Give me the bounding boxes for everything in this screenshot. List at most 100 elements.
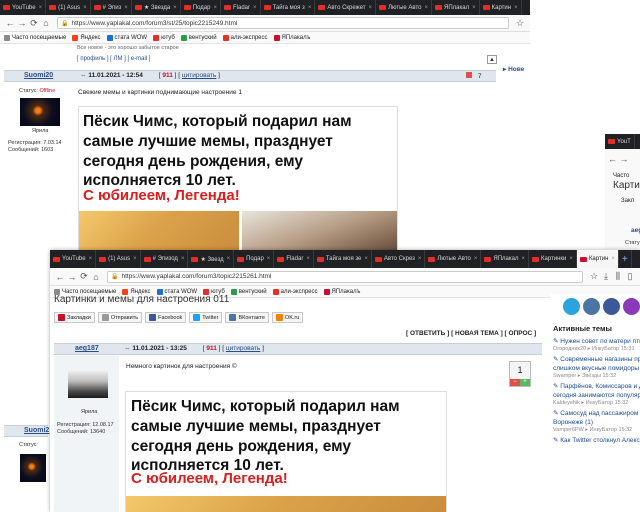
star-icon[interactable]: ☆	[514, 18, 526, 29]
close-tab-icon[interactable]: ×	[472, 5, 476, 11]
close-tab-icon[interactable]: ×	[227, 256, 231, 262]
close-tab-icon[interactable]: ×	[418, 256, 422, 262]
tab-10[interactable]: Картинки ×	[529, 250, 577, 268]
share-button-5[interactable]: OK.ru	[271, 312, 304, 323]
back-lower-avatar[interactable]	[20, 454, 46, 482]
tab-11[interactable]: Картин ×	[576, 250, 619, 268]
home-icon[interactable]: ⌂	[90, 272, 102, 282]
front-actions[interactable]: [ ОТВЕТИТЬ ] [ НОВАЯ ТЕМА ] [ ОПРОС ]	[406, 330, 536, 337]
close-tab-icon[interactable]: ×	[213, 5, 217, 11]
close-tab-icon[interactable]: ×	[83, 5, 87, 11]
topic-title[interactable]: ✎ Самосуд над пассажиром такси в Воронеж…	[553, 410, 640, 427]
close-tab-icon[interactable]: ×	[425, 5, 429, 11]
close-tab-icon[interactable]: ×	[569, 256, 573, 262]
tab-4[interactable]: Подар ×	[181, 0, 221, 15]
reload-icon[interactable]: ⟳	[28, 18, 40, 29]
sidebar-icon[interactable]: ▯	[624, 271, 636, 282]
tab-3[interactable]: ★ Звезда ×	[132, 0, 181, 15]
tab-1[interactable]: (1) Asus ×	[46, 0, 91, 15]
back-post-username[interactable]: Suomi20	[24, 72, 53, 79]
rating-minus-icon[interactable]: −	[510, 379, 520, 386]
topic-title[interactable]: ✎ Парфёнов, Комиссаров и другие: чем сег…	[553, 383, 640, 400]
topic-title[interactable]: ✎ Как Twitter столкнул Алексея	[553, 437, 640, 445]
home-icon[interactable]: ⌂	[40, 18, 52, 28]
close-tab-icon[interactable]: ×	[39, 5, 43, 11]
front-user-avatar[interactable]	[68, 370, 108, 398]
close-tab-icon[interactable]: ×	[306, 256, 310, 262]
bookmark-6[interactable]: ЯПлакалъ	[273, 34, 310, 41]
close-tab-icon[interactable]: ×	[124, 5, 128, 11]
scroll-top-icon[interactable]: ▲	[487, 55, 497, 64]
close-tab-icon[interactable]: ×	[89, 256, 93, 262]
bookmark-4[interactable]: вентуский	[230, 288, 267, 295]
flag-icon[interactable]	[466, 72, 472, 78]
bookmark-4[interactable]: вентуский	[180, 34, 217, 41]
share-button-4[interactable]: ВКонтакте	[225, 312, 269, 323]
back-side-link[interactable]: ▸ Нове	[503, 65, 524, 73]
tab-4[interactable]: Подар ×	[234, 250, 275, 268]
close-tab-icon[interactable]: ×	[133, 256, 137, 262]
star-icon[interactable]: ☆	[588, 271, 600, 282]
share-button-2[interactable]: Facebook	[145, 312, 187, 323]
tab-0[interactable]: YouTube ×	[50, 250, 97, 268]
share-button-3[interactable]: Twitter	[189, 312, 223, 323]
close-tab-icon[interactable]: ×	[364, 256, 368, 262]
back-arrow-icon[interactable]: ←	[4, 18, 16, 28]
close-tab-icon[interactable]: ×	[514, 5, 518, 11]
bookmark-3[interactable]: ютуб	[153, 34, 175, 41]
back-user-avatar[interactable]	[20, 98, 60, 126]
bookmark-5[interactable]: али-экспресс	[222, 34, 268, 41]
share-button-1[interactable]: Отправить	[97, 312, 143, 323]
close-tab-icon[interactable]: ×	[181, 256, 185, 262]
forward-arrow-icon[interactable]: →	[66, 272, 78, 282]
vk-icon[interactable]	[583, 298, 600, 315]
facebook-icon[interactable]	[603, 298, 620, 315]
tab-9[interactable]: ЯПлакал ×	[432, 0, 480, 15]
tab-2[interactable]: # Эпизод ×	[141, 250, 189, 268]
tab-2[interactable]: # Эпиз ×	[91, 0, 132, 15]
download-icon[interactable]: ⤓	[600, 271, 612, 282]
new-tab-icon[interactable]: +	[619, 250, 632, 268]
back-url-field[interactable]: 🔒 https://www.yaplakal.com/forum3/st/25/…	[57, 17, 509, 29]
front-url-field[interactable]: 🔒 https://www.yaplakal.com/forum3/topic2…	[107, 270, 583, 283]
tab-8[interactable]: Лютые Авто ×	[425, 250, 482, 268]
tab-9[interactable]: ЯПлакал ×	[481, 250, 529, 268]
bookmark-1[interactable]: Яндекс	[72, 34, 101, 41]
instagram-icon[interactable]	[623, 298, 640, 315]
tab-5[interactable]: Fladar ×	[221, 0, 261, 15]
profile-links[interactable]: [ профиль ] [ ЛМ ] [ e-mail ]	[77, 56, 150, 62]
tab-7[interactable]: Авто Скрез ×	[372, 250, 426, 268]
front-post-username[interactable]: aeg187	[75, 345, 99, 352]
bookmark-2[interactable]: стата WOW	[106, 34, 147, 41]
forward-arrow-icon[interactable]: →	[16, 18, 28, 28]
back-lower-username[interactable]: Suomi2	[24, 427, 49, 434]
right-tab-youtube[interactable]: YouT	[605, 134, 635, 149]
topic-title[interactable]: ✎ Современные нагазины продают ни слишко…	[553, 356, 640, 373]
reload-icon[interactable]: ⟳	[78, 271, 90, 282]
telegram-icon[interactable]	[563, 298, 580, 315]
close-tab-icon[interactable]: ×	[308, 5, 312, 11]
close-tab-icon[interactable]: ×	[521, 256, 525, 262]
rating-plus-icon[interactable]: +	[520, 379, 530, 386]
tab-3[interactable]: ★ Звезд ×	[188, 250, 235, 268]
tab-1[interactable]: (1) Asus ×	[96, 250, 141, 268]
tab-10[interactable]: Картин ×	[480, 0, 522, 15]
tab-6[interactable]: Тайга моя з ×	[261, 0, 316, 15]
tab-6[interactable]: Тайга моя зе ×	[314, 250, 372, 268]
library-icon[interactable]: ⫼	[612, 271, 624, 282]
close-tab-icon[interactable]: ×	[474, 256, 478, 262]
close-tab-icon[interactable]: ×	[173, 5, 177, 11]
tab-8[interactable]: Лютые Авто ×	[376, 0, 433, 15]
back-arrow-icon[interactable]: ←	[54, 272, 66, 282]
share-button-0[interactable]: Закладки	[54, 312, 95, 323]
close-tab-icon[interactable]: ×	[369, 5, 373, 11]
bookmark-5[interactable]: али-экспресс	[272, 288, 318, 295]
close-tab-icon[interactable]: ×	[267, 256, 271, 262]
bookmark-6[interactable]: ЯПлакалъ	[323, 288, 360, 295]
tab-5[interactable]: Fladar ×	[274, 250, 314, 268]
close-tab-icon[interactable]: ×	[611, 256, 615, 262]
tab-7[interactable]: Авто Скрежет ×	[315, 0, 377, 15]
topic-title[interactable]: ✎ Нужен совет по матери птичника. (24)	[553, 338, 640, 346]
tab-0[interactable]: YouTube ×	[0, 0, 47, 15]
bookmark-0[interactable]: Часто посещаемые	[4, 34, 66, 41]
